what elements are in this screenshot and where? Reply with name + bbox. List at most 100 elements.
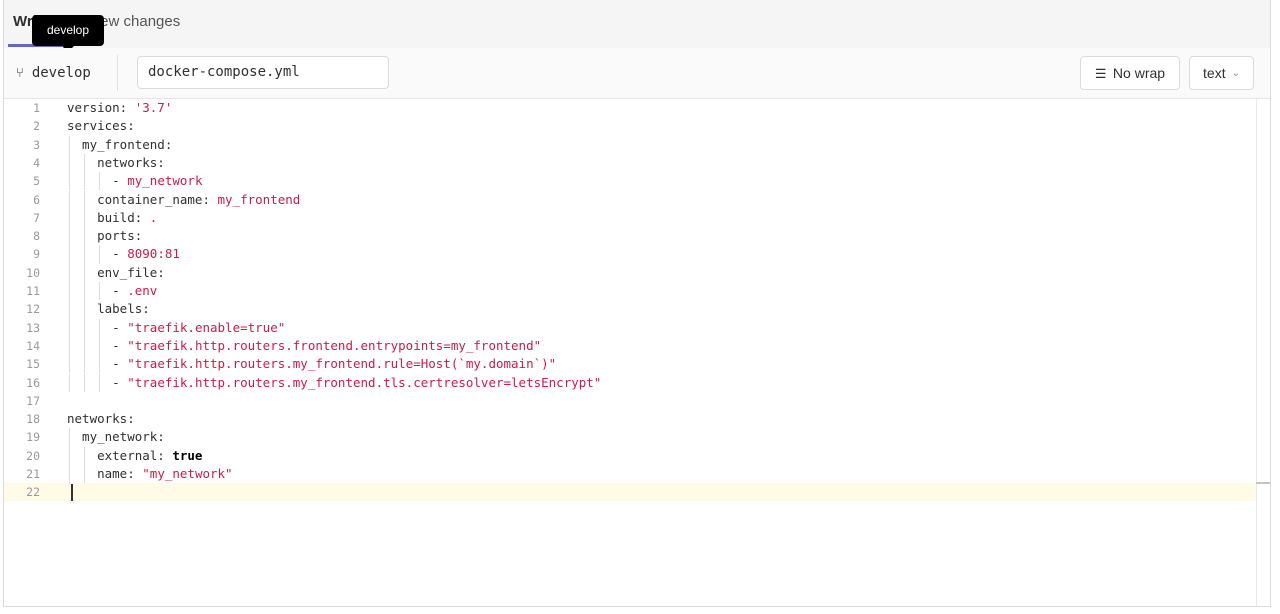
code-line[interactable]: 2 services: xyxy=(4,117,1256,135)
language-select[interactable]: text ⌄ xyxy=(1189,56,1254,90)
line-number: 18 xyxy=(26,412,40,427)
line-number: 5 xyxy=(33,174,40,189)
indent-guide xyxy=(84,282,86,301)
branch-selector[interactable]: ⑂ develop xyxy=(16,65,91,81)
indent-guide xyxy=(69,190,70,209)
file-toolbar: ⑂ develop docker-compose.yml ☰ No wrap t… xyxy=(4,48,1270,99)
indent-guide xyxy=(84,172,86,191)
indent-guide xyxy=(69,336,70,356)
indent-guide xyxy=(69,373,70,392)
code-line[interactable]: 18 networks: xyxy=(4,410,1256,428)
indent-guide xyxy=(69,300,70,319)
code-text: networks: xyxy=(67,411,135,427)
line-number: 19 xyxy=(26,430,40,445)
branch-icon: ⑂ xyxy=(16,65,24,81)
indent-guide xyxy=(99,245,101,264)
wrap-icon: ☰ xyxy=(1094,65,1107,81)
code-line[interactable]: 11 - .env xyxy=(4,282,1256,301)
no-wrap-button[interactable]: ☰ No wrap xyxy=(1080,56,1180,90)
code-text: services: xyxy=(67,118,135,134)
indent-guide xyxy=(84,208,86,228)
indent-guide xyxy=(99,373,101,392)
indent-guide xyxy=(69,263,70,282)
indent-guide xyxy=(99,282,101,301)
code-line[interactable]: 13 - "traefik.enable=true" xyxy=(4,318,1256,337)
code-line[interactable]: 22 xyxy=(4,483,1256,502)
indent-guide xyxy=(84,465,86,484)
code-line[interactable]: 5 - my_network xyxy=(4,172,1256,191)
line-number: 20 xyxy=(26,448,40,463)
line-number: 7 xyxy=(33,210,40,225)
indent-guide xyxy=(84,355,86,374)
line-number: 3 xyxy=(33,137,40,152)
indent-guide xyxy=(69,172,70,191)
indent-guide xyxy=(69,465,70,484)
indent-guide xyxy=(69,446,70,465)
code-line[interactable]: 1 version: '3.7' xyxy=(4,99,1256,117)
chevron-down-icon: ⌄ xyxy=(1231,67,1240,79)
code-text: name: "my_network" xyxy=(67,466,233,481)
scrollbar-thumb[interactable] xyxy=(1256,482,1270,484)
toolbar-divider xyxy=(117,55,118,91)
code-line[interactable]: 6 container_name: my_frontend xyxy=(4,190,1256,209)
indent-guide xyxy=(69,135,70,154)
code-text: labels: xyxy=(67,301,150,317)
indent-guide xyxy=(84,336,86,356)
code-line[interactable]: 8 ports: xyxy=(4,227,1256,246)
line-number: 6 xyxy=(33,192,40,207)
indent-guide xyxy=(84,263,86,282)
code-text: - "traefik.http.routers.my_frontend.tls.… xyxy=(67,374,602,390)
line-number: 8 xyxy=(33,229,40,244)
indent-guide xyxy=(69,227,70,246)
code-line[interactable]: 21 name: "my_network" xyxy=(4,465,1256,484)
line-number: 21 xyxy=(26,467,40,481)
code-line[interactable]: 10 env_file: xyxy=(4,263,1256,282)
language-label: text xyxy=(1203,65,1226,81)
indent-guide xyxy=(69,153,70,173)
line-number: 4 xyxy=(33,155,40,170)
code-line[interactable]: 4 networks: xyxy=(4,153,1256,173)
code-text: my_frontend: xyxy=(67,136,173,152)
filename-input[interactable]: docker-compose.yml xyxy=(137,56,389,89)
code-line[interactable]: 3 my_frontend: xyxy=(4,135,1256,154)
text-cursor xyxy=(71,484,73,502)
indent-guide xyxy=(99,318,101,337)
line-number: 10 xyxy=(26,265,40,280)
line-number: 16 xyxy=(26,375,40,390)
indent-guide xyxy=(99,336,101,356)
code-line[interactable]: 15 - "traefik.http.routers.my_frontend.r… xyxy=(4,355,1256,374)
code-text: - my_network xyxy=(67,173,203,189)
indent-guide xyxy=(84,227,86,246)
code-text: - "traefik.http.routers.my_frontend.rule… xyxy=(67,356,557,372)
line-number: 22 xyxy=(26,485,40,500)
tab-bar: Write Preview changes xyxy=(4,0,1270,49)
code-line[interactable]: 14 - "traefik.http.routers.frontend.entr… xyxy=(4,336,1256,356)
code-line[interactable]: 20 external: true xyxy=(4,446,1256,465)
code-line[interactable]: 12 labels: xyxy=(4,300,1256,319)
indent-guide xyxy=(69,282,70,301)
code-text: - .env xyxy=(67,283,158,298)
indent-guide xyxy=(84,153,86,173)
indent-guide xyxy=(69,428,70,447)
line-number: 17 xyxy=(26,393,40,408)
code-text: container_name: my_frontend xyxy=(67,191,301,207)
editor-scrollbar[interactable] xyxy=(1256,99,1257,606)
code-line[interactable]: 7 build: . xyxy=(4,208,1256,228)
indent-guide xyxy=(99,172,101,191)
code-line[interactable]: 17 xyxy=(4,392,1256,410)
indent-guide xyxy=(84,245,86,264)
indent-guide xyxy=(84,446,86,465)
code-line[interactable]: 19 my_network: xyxy=(4,428,1256,447)
code-text: ports: xyxy=(67,228,143,244)
line-number: 13 xyxy=(26,320,40,335)
branch-name: develop xyxy=(31,65,91,81)
indent-guide xyxy=(84,373,86,392)
code-editor[interactable]: 1 version: '3.7' 2 services: 3 my_frontend: 4… xyxy=(4,99,1256,606)
indent-guide xyxy=(84,300,86,319)
indent-guide xyxy=(69,245,70,264)
line-number: 15 xyxy=(26,357,40,372)
code-line[interactable]: 16 - "traefik.http.routers.my_frontend.t… xyxy=(4,373,1256,392)
code-line[interactable]: 9 - 8090:81 xyxy=(4,245,1256,264)
indent-guide xyxy=(84,318,86,337)
line-number: 14 xyxy=(26,338,40,353)
